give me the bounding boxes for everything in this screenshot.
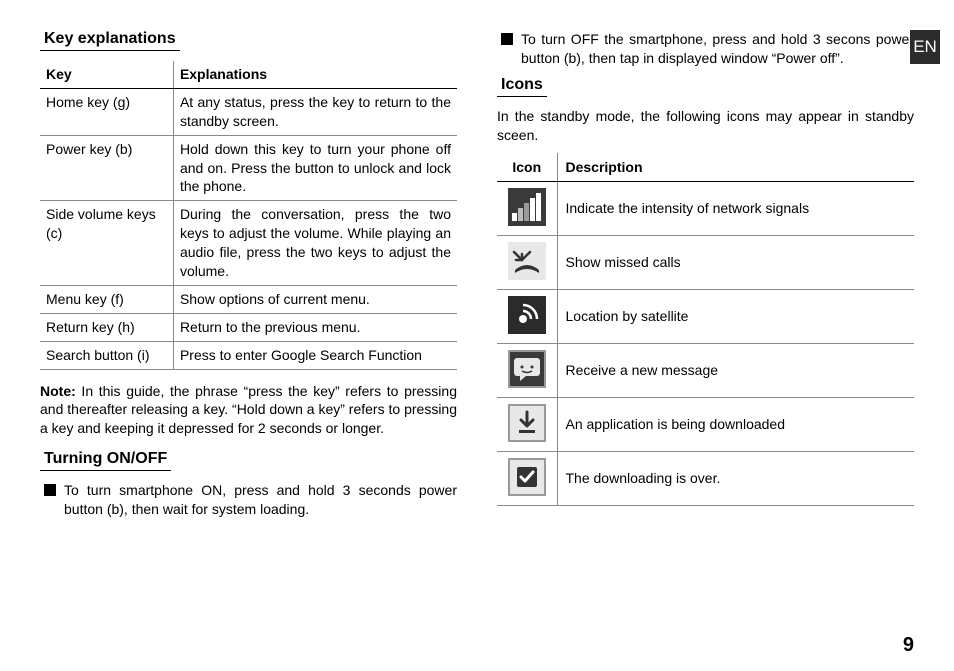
key-cell: Menu key (f): [40, 285, 173, 313]
explanation-cell: Press to enter Google Search Function: [173, 341, 457, 369]
key-cell: Home key (g): [40, 88, 173, 135]
explanation-cell: Show options of current menu.: [173, 285, 457, 313]
missed-call-icon: [508, 242, 546, 280]
icon-cell: [497, 397, 557, 451]
icon-cell: [497, 235, 557, 289]
icon-cell: [497, 289, 557, 343]
icon-cell: [497, 181, 557, 235]
explanation-cell: Hold down this key to turn your phone of…: [173, 135, 457, 201]
description-cell: Show missed calls: [557, 235, 914, 289]
key-cell: Side volume keys (c): [40, 201, 173, 286]
table-row: Menu key (f) Show options of current men…: [40, 285, 457, 313]
note-paragraph: Note: In this guide, the phrase “press t…: [40, 382, 457, 439]
table-row: Return key (h) Return to the previous me…: [40, 313, 457, 341]
language-badge: EN: [910, 30, 940, 64]
message-icon: [508, 350, 546, 388]
table-row: Receive a new message: [497, 343, 914, 397]
table-row: Location by satellite: [497, 289, 914, 343]
table-row: The downloading is over.: [497, 451, 914, 505]
explanation-cell: At any status, press the key to return t…: [173, 88, 457, 135]
explanation-cell: During the conversation, press the two k…: [173, 201, 457, 286]
note-text: In this guide, the phrase “press the key…: [40, 383, 457, 437]
icon-header: Icon: [497, 153, 557, 182]
page-number: 9: [903, 634, 914, 657]
key-cell: Power key (b): [40, 135, 173, 201]
signal-icon: [508, 188, 546, 226]
bullet-turn-off: To turn OFF the smartphone, press and ho…: [497, 30, 914, 68]
key-cell: Return key (h): [40, 313, 173, 341]
download-icon: [508, 404, 546, 442]
square-bullet-icon: [44, 484, 56, 496]
icon-cell: [497, 343, 557, 397]
description-cell: An application is being downloaded: [557, 397, 914, 451]
explanation-header: Explanations: [173, 61, 457, 88]
bullet-text: To turn smartphone ON, press and hold 3 …: [64, 481, 457, 519]
turning-heading: Turning ON/OFF: [40, 450, 171, 471]
key-explanations-heading: Key explanations: [40, 30, 180, 51]
right-column: To turn OFF the smartphone, press and ho…: [497, 30, 914, 527]
download-done-icon: [508, 458, 546, 496]
icons-intro: In the standby mode, the following icons…: [497, 107, 914, 145]
description-cell: Indicate the intensity of network signal…: [557, 181, 914, 235]
icons-heading: Icons: [497, 76, 547, 97]
key-explanations-table: Key Explanations Home key (g) At any sta…: [40, 61, 457, 370]
icons-table: Icon Description Indicate the intensity …: [497, 153, 914, 506]
table-row: An application is being downloaded: [497, 397, 914, 451]
explanation-cell: Return to the previous menu.: [173, 313, 457, 341]
key-header: Key: [40, 61, 173, 88]
table-row: Side volume keys (c) During the conversa…: [40, 201, 457, 286]
table-row: Search button (i) Press to enter Google …: [40, 341, 457, 369]
description-cell: Location by satellite: [557, 289, 914, 343]
key-cell: Search button (i): [40, 341, 173, 369]
description-header: Description: [557, 153, 914, 182]
table-row: Power key (b) Hold down this key to turn…: [40, 135, 457, 201]
table-row: Indicate the intensity of network signal…: [497, 181, 914, 235]
table-row: Home key (g) At any status, press the ke…: [40, 88, 457, 135]
table-row: Show missed calls: [497, 235, 914, 289]
note-label: Note:: [40, 383, 76, 399]
icon-cell: [497, 451, 557, 505]
left-column: Key explanations Key Explanations Home k…: [40, 30, 457, 527]
satellite-icon: [508, 296, 546, 334]
square-bullet-icon: [501, 33, 513, 45]
description-cell: Receive a new message: [557, 343, 914, 397]
bullet-text: To turn OFF the smartphone, press and ho…: [521, 30, 914, 68]
bullet-turn-on: To turn smartphone ON, press and hold 3 …: [40, 481, 457, 519]
description-cell: The downloading is over.: [557, 451, 914, 505]
